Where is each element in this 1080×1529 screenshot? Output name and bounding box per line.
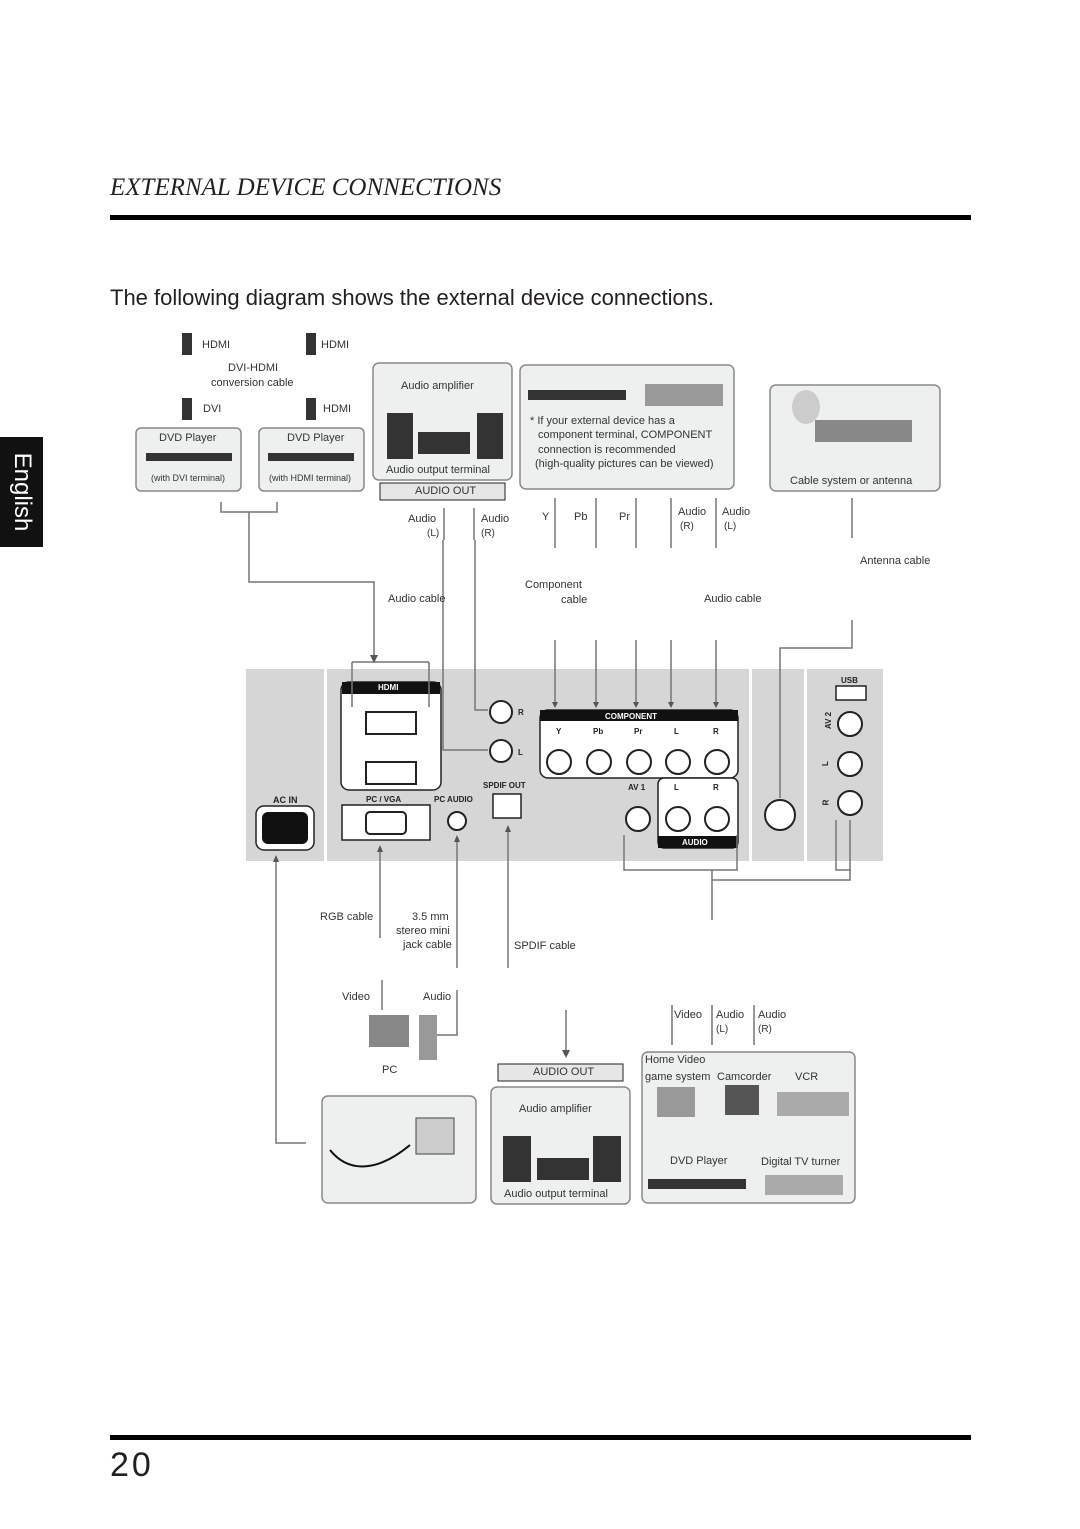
l-label: (L): [724, 521, 737, 532]
audio-output-terminal-label: Audio output terminal: [504, 1188, 608, 1200]
audio-l-label: Audio: [408, 513, 437, 525]
game-system-label: game system: [645, 1071, 711, 1083]
digital-tv-tuner-label: Digital TV turner: [761, 1156, 841, 1168]
l-port-label: L: [674, 727, 679, 736]
component-note: (high-quality pictures can be viewed): [535, 458, 714, 470]
r-port-label: R: [713, 783, 719, 792]
mini-jack-label: 3.5 mm: [412, 911, 449, 923]
mini-jack-label: stereo mini: [396, 925, 450, 937]
dvd-note: (with DVI terminal): [151, 473, 226, 483]
r-label: (R): [481, 528, 495, 539]
hdmi-connector-label: HDMI: [321, 339, 350, 351]
component-note: component terminal, COMPONENT: [538, 429, 713, 441]
l-port-label: L: [674, 783, 679, 792]
hdmi-port-label: HDMI: [378, 683, 399, 692]
pr-label: Pr: [619, 511, 630, 523]
spdif-out-label: SPDIF OUT: [483, 781, 526, 790]
video-label: Video: [674, 1009, 702, 1021]
dvd-player-label: DVD Player: [159, 432, 217, 444]
audio-label: Audio: [423, 991, 452, 1003]
audio-port-label: AUDIO: [682, 838, 708, 847]
audio-l-label: Audio: [716, 1009, 745, 1021]
video-label: Video: [342, 991, 370, 1003]
dvd-note: (with HDMI terminal): [269, 473, 352, 483]
r-port-label: R: [821, 799, 831, 806]
component-note: * If your external device has a: [530, 415, 675, 427]
amp-label: Audio amplifier: [401, 380, 474, 392]
pc-vga-label: PC / VGA: [366, 795, 402, 804]
pc-audio-label: PC AUDIO: [434, 795, 473, 804]
pb-port-label: Pb: [593, 727, 604, 736]
antenna-cable-label: Antenna cable: [860, 555, 931, 567]
pb-label: Pb: [574, 511, 588, 523]
component-box: [519, 364, 735, 490]
amp-label: Audio amplifier: [519, 1103, 592, 1115]
audio-r-label: Audio: [481, 513, 510, 525]
footer-rule: [110, 1435, 971, 1440]
audio-r-label: Audio: [758, 1009, 787, 1021]
y-port-label: Y: [556, 727, 562, 736]
dvi-connector-label: DVI: [203, 403, 222, 415]
audio-l-label: Audio: [722, 506, 751, 518]
audio-out-label: AUDIO OUT: [415, 485, 477, 497]
r-port-label: R: [518, 708, 524, 717]
component-note: connection is recommended: [538, 444, 676, 456]
dvd-player-label: DVD Player: [670, 1155, 728, 1167]
audio-cable-label: Audio cable: [388, 593, 446, 605]
l-port-label: L: [518, 748, 523, 757]
vcr-label: VCR: [795, 1071, 819, 1083]
y-label: Y: [542, 511, 550, 523]
r-port-label: R: [713, 727, 719, 736]
l-port-label: L: [820, 761, 830, 766]
ac-in-label: AC IN: [273, 795, 298, 805]
conversion-cable-label: conversion cable: [211, 377, 294, 389]
av1-label: AV 1: [628, 783, 646, 792]
pc-label: PC: [382, 1064, 398, 1076]
spdif-cable-label: SPDIF cable: [514, 940, 576, 952]
dvi-hdmi-label: DVI-HDMI: [228, 362, 279, 374]
l-label: (L): [427, 528, 440, 539]
audio-out-label: AUDIO OUT: [533, 1066, 595, 1078]
hdmi-connector-label: HDMI: [202, 339, 231, 351]
audio-cable-label: Audio cable: [704, 593, 762, 605]
antenna-box-label: Cable system or antenna: [790, 475, 913, 487]
usb-label: USB: [841, 676, 858, 685]
component-port-label: COMPONENT: [605, 712, 657, 721]
component-cable-label: Component: [525, 579, 582, 591]
pr-port-label: Pr: [634, 727, 643, 736]
connection-diagram: [135, 333, 941, 1205]
av2-label: AV 2: [824, 711, 834, 730]
rgb-cable-label: RGB cable: [320, 911, 374, 923]
mini-jack-label: jack cable: [403, 939, 452, 951]
l-label: (L): [716, 1024, 729, 1035]
home-video-label: Home Video: [645, 1054, 706, 1066]
r-label: (R): [680, 521, 694, 532]
r-label: (R): [758, 1024, 772, 1035]
dvd-player-label: DVD Player: [287, 432, 345, 444]
camcorder-label: Camcorder: [717, 1071, 772, 1083]
audio-r-label: Audio: [678, 506, 707, 518]
hdmi-connector-label: HDMI: [323, 403, 352, 415]
component-cable-label: cable: [561, 594, 588, 606]
page-number: 20: [110, 1446, 154, 1484]
audio-output-terminal-label: Audio output terminal: [386, 464, 490, 476]
